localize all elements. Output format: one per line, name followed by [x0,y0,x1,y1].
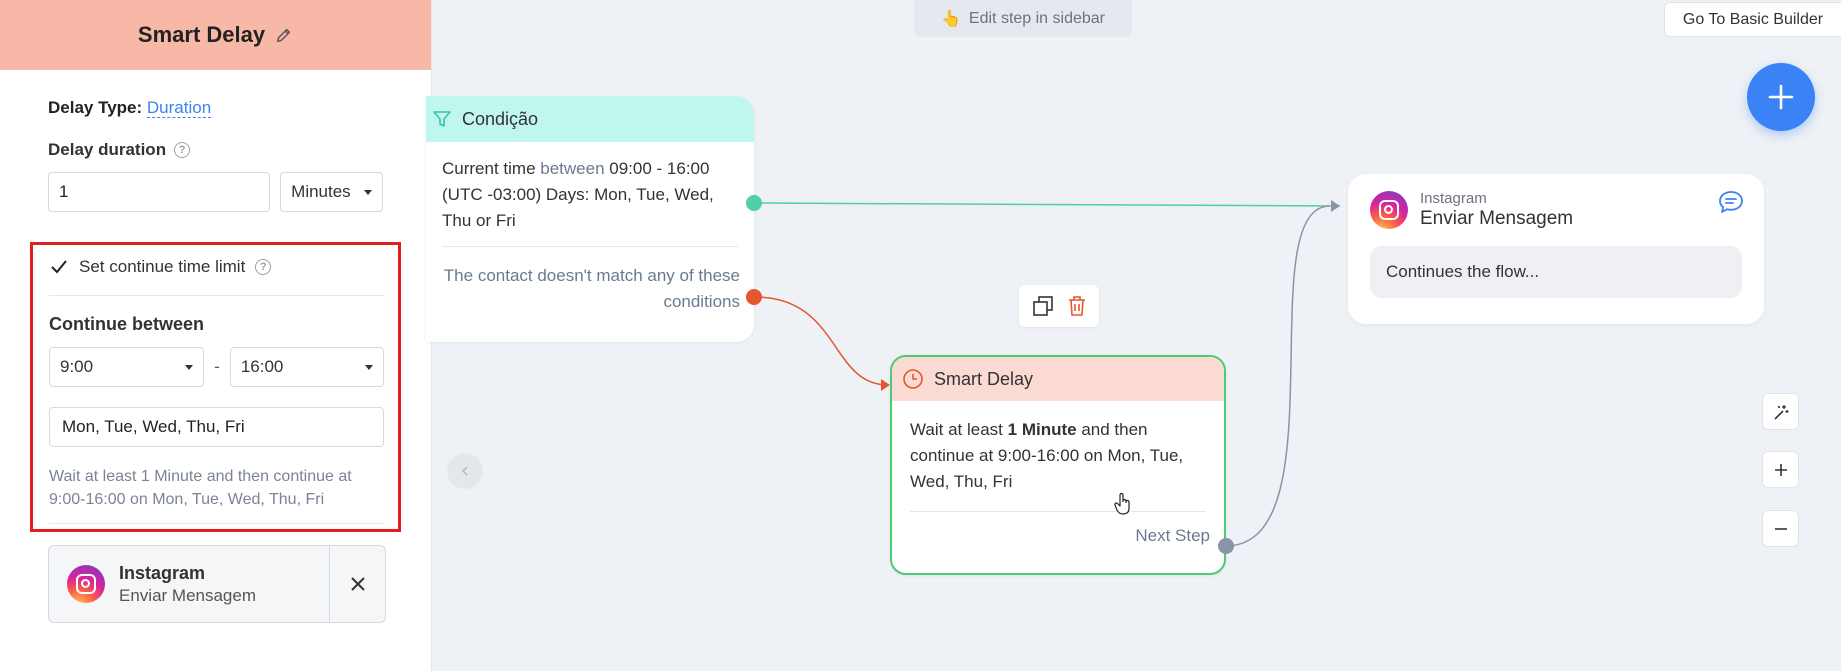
chat-icon [1719,191,1743,213]
next-step-label: Next Step [1135,526,1210,545]
instagram-node-header: Instagram Enviar Mensagem [1348,174,1764,230]
condition-node-text: Current time between 09:00 - 16:00 (UTC … [426,142,754,234]
wire-delay-next [1225,205,1331,547]
filter-icon [433,111,451,127]
instagram-node[interactable]: Instagram Enviar Mensagem Continues the … [1348,174,1764,324]
smart-delay-node[interactable]: Smart Delay Wait at least 1 Minute and t… [890,355,1226,575]
instagram-message-preview: Continues the flow... [1370,246,1742,298]
smart-delay-node-title: Smart Delay [934,368,1034,389]
condition-operator: between [540,159,605,178]
node-toolbar [1019,285,1099,327]
delay-duration-bold: 1 Minute [1007,420,1077,439]
instagram-node-channel: Instagram [1420,190,1487,207]
delay-next-step-port[interactable] [1218,538,1234,554]
wire-condition-false [754,296,889,386]
arrow-head [1331,200,1340,212]
condition-true-port[interactable] [746,195,762,211]
condition-node-title: Condição [462,108,539,129]
wire-condition-true [754,202,1341,207]
hand-cursor-icon [1114,492,1130,515]
condition-text-start: Current time [442,159,541,178]
trash-icon[interactable] [1067,295,1087,317]
smart-delay-node-header: Smart Delay [892,357,1224,401]
condition-false-port[interactable] [746,289,762,305]
delay-text-start: Wait at least [910,420,1008,439]
condition-node-header: Condição [426,96,754,142]
arrow-head [881,379,890,391]
instagram-node-title: Enviar Mensagem [1420,208,1574,229]
copy-icon[interactable] [1032,295,1054,317]
smart-delay-node-text: Wait at least 1 Minute and then continue… [892,401,1224,495]
clock-icon [903,369,923,389]
condition-node[interactable]: Condição Current time between 09:00 - 16… [426,96,754,342]
condition-else-text: The contact doesn't match any of these c… [443,266,740,311]
instagram-icon [1370,191,1408,229]
